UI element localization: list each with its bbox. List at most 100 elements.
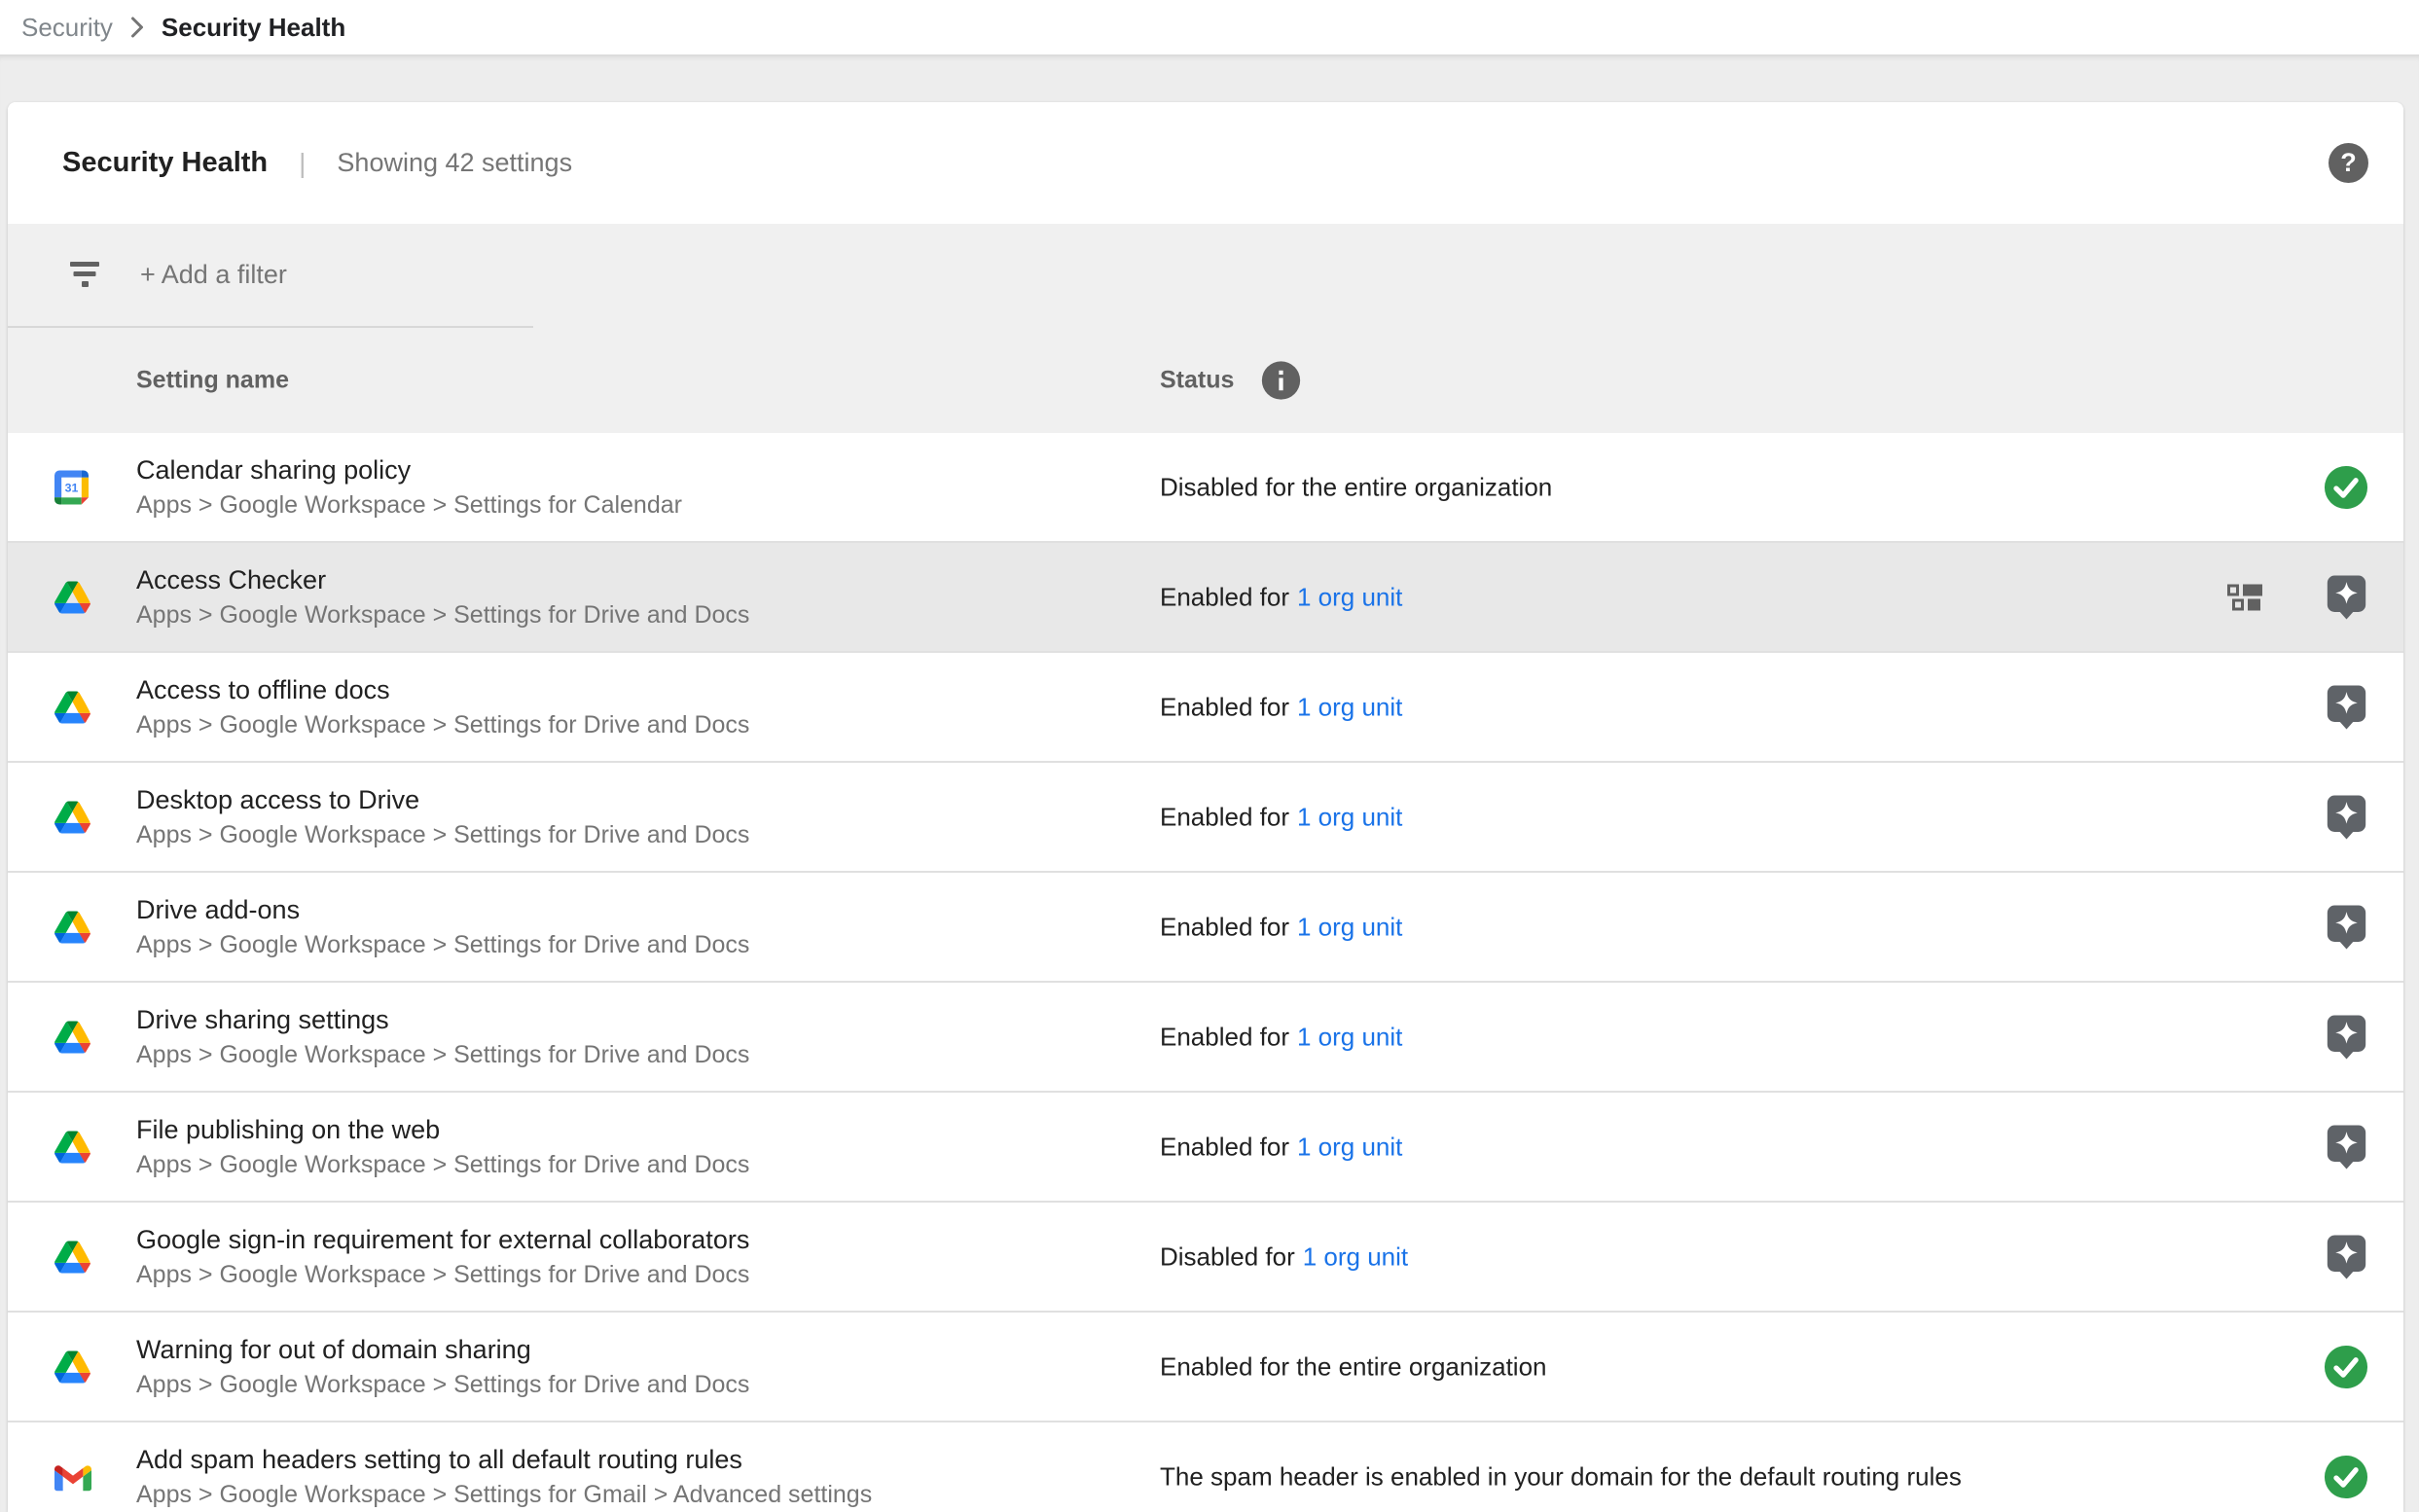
drive-icon bbox=[54, 1021, 90, 1053]
status-text: Enabled for bbox=[1160, 692, 1289, 721]
drive-icon bbox=[54, 911, 90, 943]
app-icon bbox=[54, 1350, 90, 1383]
row-trailing-icons bbox=[2325, 1233, 2368, 1280]
setting-name: Desktop access to Drive bbox=[136, 782, 749, 818]
org-unit-link[interactable]: 1 org unit bbox=[1297, 692, 1402, 721]
row-trailing-icons bbox=[2324, 1455, 2368, 1499]
setting-path: Apps > Google Workspace > Settings for D… bbox=[136, 1038, 749, 1072]
drive-icon bbox=[54, 1131, 90, 1163]
status-text: The spam header is enabled in your domai… bbox=[1160, 1461, 1962, 1491]
app-icon: 31 bbox=[54, 470, 89, 504]
row-trailing-icons bbox=[2325, 903, 2368, 951]
add-filter-button[interactable]: + Add a filter bbox=[8, 224, 2403, 326]
breadcrumb: Security Security Health bbox=[0, 0, 2419, 54]
setting-path: Apps > Google Workspace > Settings for D… bbox=[136, 1368, 749, 1402]
setting-status: Enabled for1 org unit bbox=[1160, 582, 1402, 612]
status-text: Disabled for bbox=[1160, 1242, 1295, 1271]
page-title: Security Health bbox=[62, 147, 268, 179]
breadcrumb-current-page: Security Health bbox=[162, 13, 345, 43]
status-info-icon[interactable] bbox=[1261, 361, 1301, 401]
row-trailing-icons bbox=[2325, 793, 2368, 841]
row-trailing-icons bbox=[2227, 573, 2368, 621]
drive-icon bbox=[54, 691, 90, 723]
table-row[interactable]: Add spam headers setting to all default … bbox=[8, 1422, 2403, 1512]
row-trailing-icons bbox=[2325, 1123, 2368, 1170]
status-text: Enabled for bbox=[1160, 802, 1289, 831]
status-text: Enabled for bbox=[1160, 1132, 1289, 1161]
setting-name: Warning for out of domain sharing bbox=[136, 1332, 749, 1368]
recommendation-badge-icon[interactable] bbox=[2325, 903, 2368, 951]
org-unit-link[interactable]: 1 org unit bbox=[1297, 802, 1402, 831]
setting-name: Drive sharing settings bbox=[136, 1002, 749, 1038]
setting-name: Add spam headers setting to all default … bbox=[136, 1442, 872, 1478]
setting-path: Apps > Google Workspace > Settings for D… bbox=[136, 598, 749, 632]
recommendation-badge-icon[interactable] bbox=[2325, 1123, 2368, 1170]
table-row[interactable]: Drive add-ons Apps > Google Workspace > … bbox=[8, 873, 2403, 983]
settings-count: Showing 42 settings bbox=[337, 148, 572, 178]
setting-status: Enabled for the entire organization bbox=[1160, 1351, 1547, 1382]
row-trailing-icons bbox=[2325, 683, 2368, 731]
setting-text: Access to offline docs Apps > Google Wor… bbox=[136, 672, 749, 742]
app-icon bbox=[54, 801, 90, 833]
org-unit-link[interactable]: 1 org unit bbox=[1303, 1242, 1408, 1271]
setting-text: Desktop access to Drive Apps > Google Wo… bbox=[136, 782, 749, 852]
app-icon bbox=[54, 1021, 90, 1053]
org-unit-link[interactable]: 1 org unit bbox=[1297, 582, 1402, 611]
column-status: Status bbox=[1160, 361, 1301, 401]
app-icon bbox=[54, 1131, 90, 1163]
row-trailing-icons bbox=[2325, 1013, 2368, 1061]
recommendation-badge-icon[interactable] bbox=[2325, 1233, 2368, 1280]
table-row[interactable]: Drive sharing settings Apps > Google Wor… bbox=[8, 983, 2403, 1093]
setting-name: Access Checker bbox=[136, 562, 749, 598]
setting-name: Drive add-ons bbox=[136, 892, 749, 928]
setting-status: Disabled for 1 org unit bbox=[1160, 1242, 1408, 1272]
table-row[interactable]: File publishing on the web Apps > Google… bbox=[8, 1093, 2403, 1203]
app-icon bbox=[54, 1462, 91, 1491]
card-header: Security Health | Showing 42 settings ? bbox=[8, 102, 2403, 224]
filter-icon bbox=[70, 262, 99, 288]
app-icon bbox=[54, 1241, 90, 1273]
setting-name: Calendar sharing policy bbox=[136, 452, 682, 488]
setting-text: Drive sharing settings Apps > Google Wor… bbox=[136, 1002, 749, 1072]
setting-text: Drive add-ons Apps > Google Workspace > … bbox=[136, 892, 749, 962]
chevron-right-icon bbox=[130, 16, 144, 39]
drive-icon bbox=[54, 1241, 90, 1273]
setting-text: File publishing on the web Apps > Google… bbox=[136, 1112, 749, 1182]
app-icon bbox=[54, 691, 90, 723]
recommendation-badge-icon[interactable] bbox=[2325, 1013, 2368, 1061]
setting-status: Enabled for 1 org unit bbox=[1160, 692, 1402, 722]
table-row[interactable]: Access Checker Apps > Google Workspace >… bbox=[8, 543, 2403, 653]
drive-icon bbox=[54, 1350, 90, 1383]
recommendation-badge-icon[interactable] bbox=[2325, 793, 2368, 841]
status-text: Enabled for bbox=[1160, 1022, 1289, 1051]
svg-text:31: 31 bbox=[65, 481, 79, 494]
recommendation-badge-icon[interactable] bbox=[2325, 573, 2368, 621]
setting-text: Add spam headers setting to all default … bbox=[136, 1442, 872, 1512]
gmail-icon bbox=[54, 1462, 91, 1491]
table-row[interactable]: Desktop access to Drive Apps > Google Wo… bbox=[8, 763, 2403, 873]
settings-table-body: 31 Calendar sharing policy Apps > Google… bbox=[8, 433, 2403, 1512]
setting-name: Google sign-in requirement for external … bbox=[136, 1222, 749, 1258]
add-filter-label: + Add a filter bbox=[140, 260, 287, 290]
row-trailing-icons bbox=[2324, 465, 2368, 510]
status-ok-icon bbox=[2324, 465, 2368, 510]
table-row[interactable]: 31 Calendar sharing policy Apps > Google… bbox=[8, 433, 2403, 543]
status-ok-icon bbox=[2324, 1455, 2368, 1499]
setting-status: Enabled for1 org unit bbox=[1160, 912, 1402, 942]
setting-path: Apps > Google Workspace > Settings for D… bbox=[136, 928, 749, 962]
org-unit-link[interactable]: 1 org unit bbox=[1297, 1022, 1402, 1051]
setting-path: Apps > Google Workspace > Settings for C… bbox=[136, 488, 682, 522]
calendar-icon: 31 bbox=[54, 470, 89, 504]
org-unit-link[interactable]: 1 org unit bbox=[1297, 1132, 1402, 1161]
breadcrumb-security-link[interactable]: Security bbox=[21, 13, 113, 43]
table-row[interactable]: Warning for out of domain sharing Apps >… bbox=[8, 1313, 2403, 1422]
recommendation-badge-icon[interactable] bbox=[2325, 683, 2368, 731]
org-unit-link[interactable]: 1 org unit bbox=[1297, 912, 1402, 941]
help-icon[interactable]: ? bbox=[2329, 143, 2368, 183]
status-text: Enabled for the entire organization bbox=[1160, 1351, 1547, 1381]
row-trailing-icons bbox=[2324, 1345, 2368, 1389]
table-row[interactable]: Access to offline docs Apps > Google Wor… bbox=[8, 653, 2403, 763]
table-row[interactable]: Google sign-in requirement for external … bbox=[8, 1203, 2403, 1313]
drive-icon bbox=[54, 581, 90, 613]
status-text: Disabled for the entire organization bbox=[1160, 472, 1552, 501]
